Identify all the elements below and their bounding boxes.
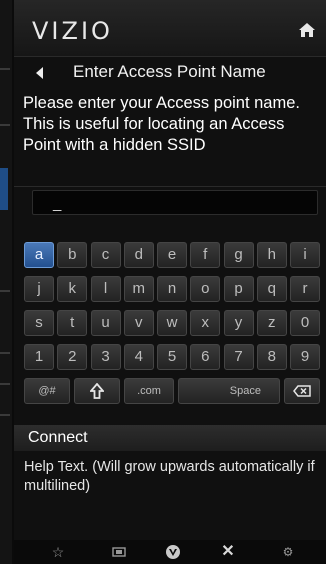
key-n[interactable]: n bbox=[157, 276, 187, 302]
key-7[interactable]: 7 bbox=[223, 344, 254, 370]
star-icon[interactable]: ☆ bbox=[50, 543, 66, 561]
help-text: Help Text. (Will grow upwards automatica… bbox=[24, 459, 315, 494]
shift-key[interactable] bbox=[74, 378, 120, 404]
space-key[interactable]: Space bbox=[178, 378, 280, 404]
title-bar: Enter Access Point Name bbox=[14, 60, 326, 86]
shift-arrow-icon bbox=[89, 382, 105, 399]
background-divider bbox=[0, 383, 10, 385]
key-9[interactable]: 9 bbox=[290, 344, 320, 370]
key-2[interactable]: 2 bbox=[57, 344, 88, 370]
key-symbols[interactable]: @# bbox=[24, 378, 70, 404]
key-a[interactable]: a bbox=[24, 242, 54, 268]
key-0[interactable]: 0 bbox=[290, 310, 320, 336]
key-m[interactable]: m bbox=[123, 276, 154, 302]
gear-icon[interactable]: ⚙ bbox=[280, 543, 296, 561]
background-selected-item bbox=[0, 168, 8, 210]
key-d[interactable]: d bbox=[123, 242, 154, 268]
background-menu-strip bbox=[0, 0, 12, 564]
key-dotcom[interactable]: .com bbox=[124, 378, 174, 404]
background-divider bbox=[0, 124, 10, 126]
background-divider bbox=[0, 290, 10, 292]
access-point-name-input[interactable]: _ bbox=[32, 190, 318, 215]
vizio-v-icon[interactable] bbox=[164, 543, 182, 561]
key-q[interactable]: q bbox=[256, 276, 287, 302]
key-i[interactable]: i bbox=[290, 242, 320, 268]
divider bbox=[14, 186, 326, 187]
screen-icon[interactable] bbox=[108, 543, 130, 561]
key-e[interactable]: e bbox=[157, 242, 187, 268]
key-b[interactable]: b bbox=[57, 242, 88, 268]
key-1[interactable]: 1 bbox=[24, 344, 54, 370]
key-f[interactable]: f bbox=[190, 242, 221, 268]
settings-panel: VIZIO Enter Access Point Name Please ent… bbox=[14, 0, 326, 564]
key-8[interactable]: 8 bbox=[256, 344, 287, 370]
connect-button[interactable]: Connect bbox=[14, 425, 326, 451]
key-z[interactable]: z bbox=[256, 310, 287, 336]
key-4[interactable]: 4 bbox=[123, 344, 154, 370]
key-v[interactable]: v bbox=[123, 310, 154, 336]
connect-label: Connect bbox=[28, 429, 88, 446]
background-divider bbox=[0, 68, 10, 70]
back-arrow-icon[interactable] bbox=[36, 67, 43, 79]
key-o[interactable]: o bbox=[190, 276, 221, 302]
backspace-icon bbox=[293, 385, 311, 397]
home-icon[interactable] bbox=[298, 22, 316, 38]
key-k[interactable]: k bbox=[57, 276, 88, 302]
close-icon[interactable]: ✕ bbox=[220, 543, 236, 561]
input-value: _ bbox=[53, 195, 62, 212]
key-g[interactable]: g bbox=[223, 242, 254, 268]
key-u[interactable]: u bbox=[90, 310, 121, 336]
background-divider bbox=[0, 414, 10, 416]
key-t[interactable]: t bbox=[57, 310, 88, 336]
key-l[interactable]: l bbox=[90, 276, 121, 302]
key-c[interactable]: c bbox=[90, 242, 121, 268]
key-w[interactable]: w bbox=[157, 310, 187, 336]
key-j[interactable]: j bbox=[24, 276, 54, 302]
key-h[interactable]: h bbox=[256, 242, 287, 268]
key-x[interactable]: x bbox=[190, 310, 221, 336]
key-r[interactable]: r bbox=[290, 276, 320, 302]
key-6[interactable]: 6 bbox=[190, 344, 221, 370]
backspace-key[interactable] bbox=[284, 378, 320, 404]
page-title: Enter Access Point Name bbox=[73, 62, 266, 81]
vizio-logo: VIZIO bbox=[32, 17, 113, 45]
background-divider bbox=[0, 352, 10, 354]
key-3[interactable]: 3 bbox=[90, 344, 121, 370]
key-s[interactable]: s bbox=[24, 310, 54, 336]
instruction-text: Please enter your Access point name. Thi… bbox=[23, 94, 300, 154]
key-p[interactable]: p bbox=[223, 276, 254, 302]
key-y[interactable]: y bbox=[223, 310, 254, 336]
key-5[interactable]: 5 bbox=[157, 344, 187, 370]
footer-bar: ☆ ✕ ⚙ bbox=[14, 540, 326, 564]
panel-header: VIZIO bbox=[14, 0, 326, 57]
